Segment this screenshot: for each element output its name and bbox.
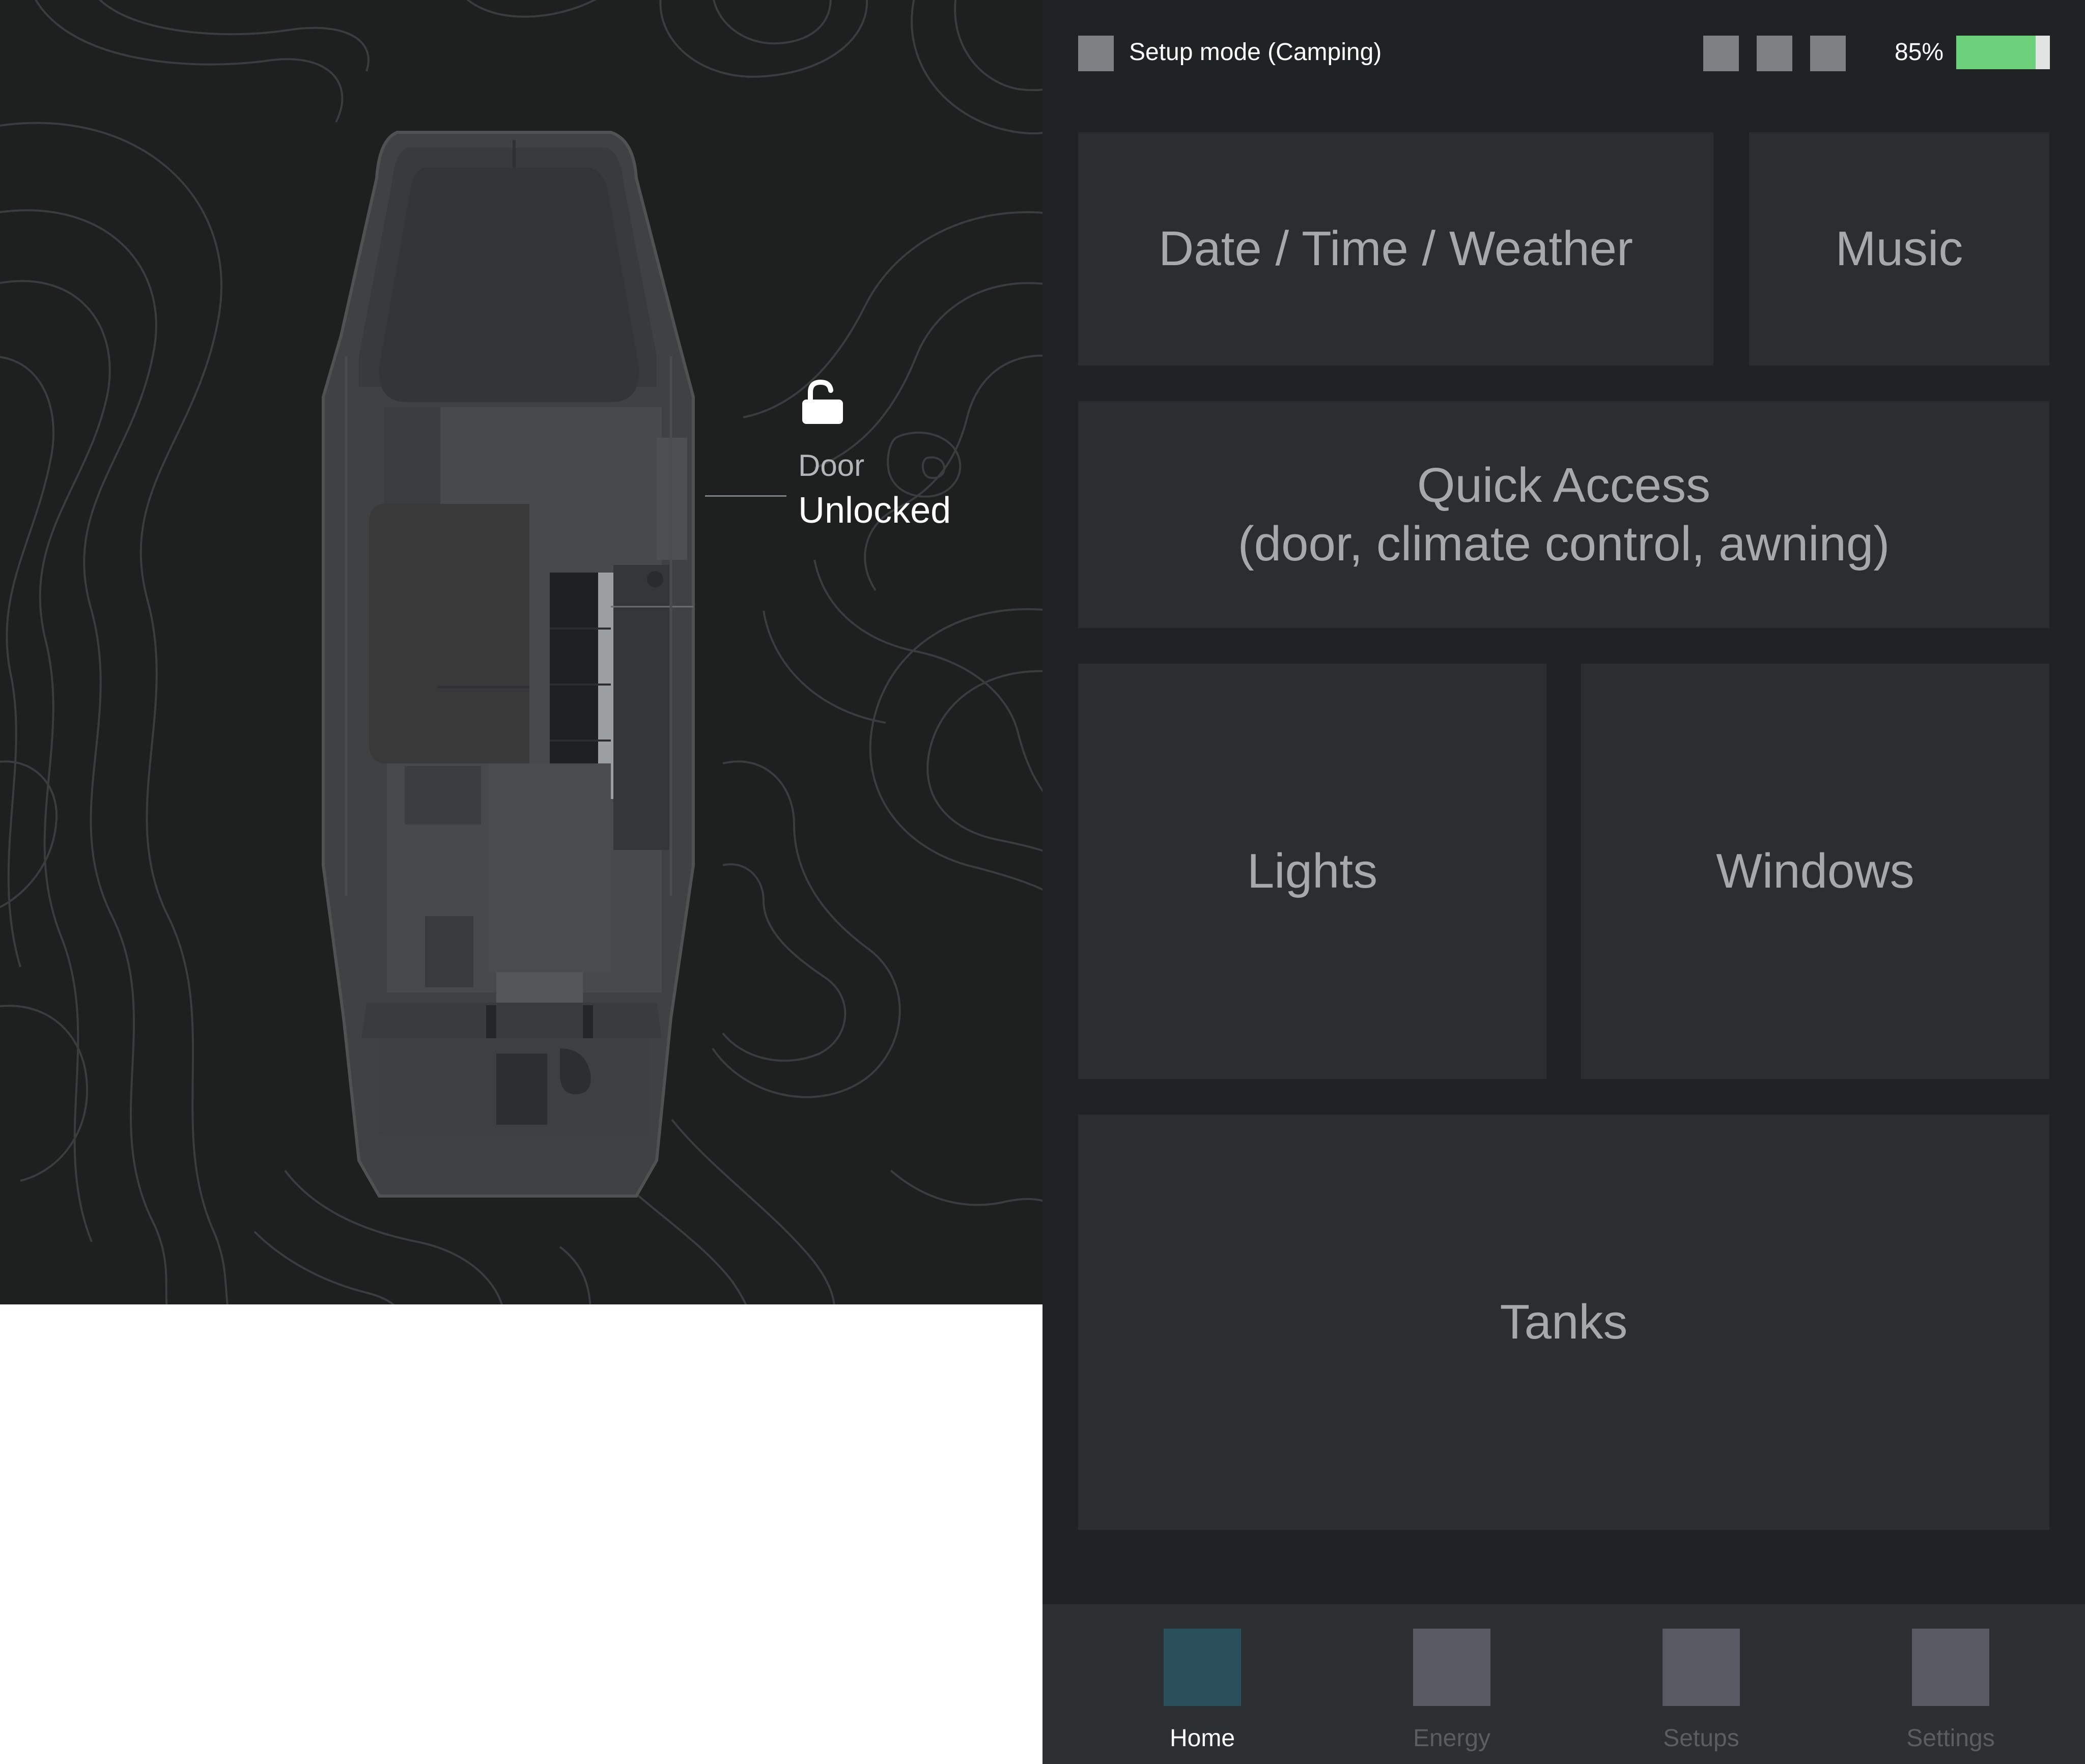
bottom-navigation: Home Energy Setups Settings: [1042, 1604, 2085, 1764]
setup-mode-text[interactable]: Setup mode (Camping): [1129, 38, 1382, 66]
tanks-tile[interactable]: Tanks: [1078, 1115, 2049, 1530]
quick-access-subtitle: (door, climate control, awning): [1237, 517, 1890, 571]
status-bar: Setup mode (Camping) 85%: [1042, 0, 2085, 107]
home-icon: [1164, 1629, 1241, 1706]
nav-label-energy: Energy: [1413, 1725, 1491, 1752]
van-top-view-illustration: [322, 131, 695, 1198]
nav-item-energy[interactable]: Energy: [1389, 1629, 1490, 1752]
nav-item-home[interactable]: Home: [1139, 1629, 1241, 1752]
nav-item-settings[interactable]: Settings: [1887, 1629, 1995, 1752]
quick-access-tile[interactable]: Quick Access (door, climate control, awn…: [1078, 401, 2049, 628]
unlocked-padlock-icon[interactable]: [800, 379, 845, 426]
windows-tile[interactable]: Windows: [1581, 664, 2049, 1079]
nav-label-settings: Settings: [1906, 1725, 1995, 1752]
battery-percent: 85%: [1895, 39, 1944, 66]
status-icon-3[interactable]: [1810, 36, 1846, 71]
status-icon-1[interactable]: [1703, 36, 1739, 71]
windows-label: Windows: [1716, 844, 1914, 899]
door-label: Door: [798, 448, 865, 482]
battery-level-bar: [1956, 36, 2050, 69]
date-time-weather-label: Date / Time / Weather: [1159, 221, 1633, 276]
setup-mode-icon[interactable]: [1078, 36, 1114, 71]
dashboard-panel: Setup mode (Camping) 85% Date / Time / W…: [1042, 0, 2085, 1764]
music-tile[interactable]: Music: [1749, 132, 2049, 365]
nav-label-setups: Setups: [1663, 1725, 1739, 1752]
lights-tile[interactable]: Lights: [1078, 664, 1546, 1079]
door-leader-line: [705, 495, 786, 497]
battery-level-fill: [1956, 36, 2036, 69]
door-status-value: Unlocked: [798, 490, 951, 531]
settings-icon: [1912, 1629, 1989, 1706]
music-label: Music: [1835, 221, 1963, 276]
quick-access-title: Quick Access: [1417, 458, 1711, 513]
nav-item-setups[interactable]: Setups: [1638, 1629, 1740, 1752]
vehicle-view-panel: Door Unlocked: [0, 0, 1042, 1304]
lights-label: Lights: [1247, 844, 1378, 899]
energy-icon: [1413, 1629, 1490, 1706]
setups-icon: [1663, 1629, 1740, 1706]
status-icon-2[interactable]: [1757, 36, 1792, 71]
date-time-weather-tile[interactable]: Date / Time / Weather: [1078, 132, 1713, 365]
tanks-label: Tanks: [1500, 1295, 1628, 1350]
nav-label-home: Home: [1169, 1725, 1235, 1752]
